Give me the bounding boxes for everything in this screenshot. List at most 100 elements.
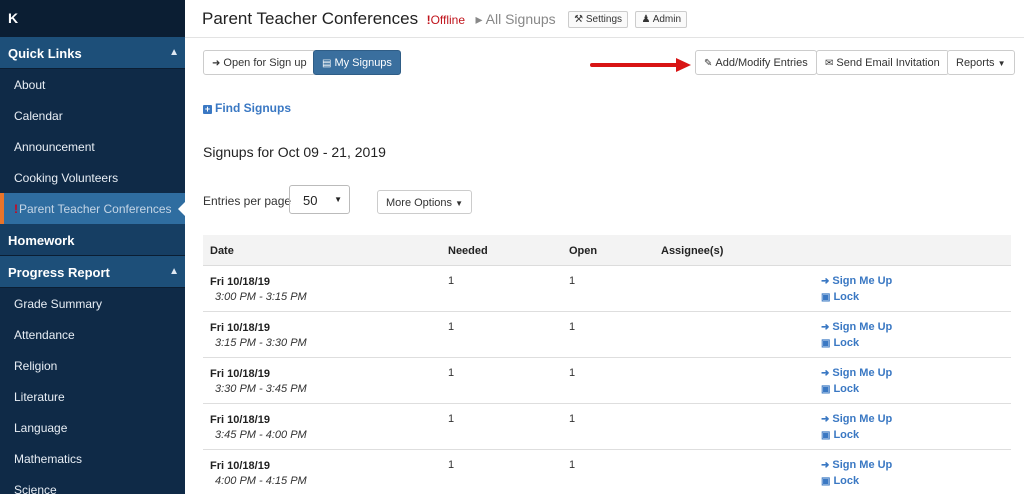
wrench-icon: ⚒: [574, 14, 584, 25]
sidebar-item-grade-summary[interactable]: Grade Summary: [0, 288, 185, 319]
lock-link[interactable]: ▣ Lock: [821, 291, 859, 303]
list-icon: ▤: [322, 58, 332, 69]
section-label: Quick Links: [8, 46, 82, 61]
chevron-up-icon: ▲: [169, 266, 179, 277]
add-modify-entries-button[interactable]: ✎ Add/Modify Entries: [695, 50, 817, 75]
sidebar-section-progress-report[interactable]: Progress Report ▲: [0, 256, 185, 288]
sign-in-icon: ➜: [212, 58, 221, 69]
signups-heading: Signups for Oct 09 - 21, 2019: [203, 144, 386, 160]
sidebar-item-parent-teacher-conferences[interactable]: !Parent Teacher Conferences: [0, 193, 185, 224]
link-label: Lock: [833, 337, 860, 349]
sign-me-up-link[interactable]: ➜ Sign Me Up: [821, 275, 892, 287]
caret-down-icon: ▼: [455, 199, 464, 208]
caret-down-icon: ▼: [334, 195, 342, 204]
breadcrumb-label: All Signups: [485, 11, 556, 27]
admin-label: Admin: [652, 14, 682, 25]
row-time: 3:15 PM - 3:30 PM: [215, 337, 307, 349]
sidebar-item-calendar[interactable]: Calendar: [0, 100, 185, 131]
lock-icon: ▣: [821, 384, 831, 395]
column-header-date[interactable]: Date: [210, 245, 234, 257]
sidebar-section-quick-links[interactable]: Quick Links ▲: [0, 37, 185, 69]
link-label: Sign Me Up: [832, 367, 893, 379]
sidebar: K Quick Links ▲ About Calendar Announcem…: [0, 0, 185, 494]
app-logo[interactable]: K: [0, 0, 185, 37]
sign-me-up-link[interactable]: ➜ Sign Me Up: [821, 413, 892, 425]
lock-icon: ▣: [821, 292, 831, 303]
sidebar-item-literature[interactable]: Literature: [0, 381, 185, 412]
chevron-up-icon: ▲: [169, 47, 179, 58]
settings-button[interactable]: ⚒ Settings: [568, 11, 629, 28]
sidebar-item-attendance[interactable]: Attendance: [0, 319, 185, 350]
sidebar-item-language[interactable]: Language: [0, 412, 185, 443]
row-open: 1: [569, 459, 576, 471]
column-header-assignees[interactable]: Assignee(s): [661, 245, 723, 257]
open-for-signup-button[interactable]: ➜ Open for Sign up: [203, 50, 316, 75]
link-label: Sign Me Up: [832, 413, 893, 425]
row-open: 1: [569, 413, 576, 425]
lock-link[interactable]: ▣ Lock: [821, 383, 859, 395]
table-header: Date Needed Open Assignee(s): [203, 235, 1011, 266]
my-signups-button[interactable]: ▤ My Signups: [313, 50, 401, 75]
alert-icon: !: [14, 202, 18, 216]
reports-dropdown[interactable]: Reports ▼: [947, 50, 1015, 75]
pencil-icon: ✎: [704, 58, 713, 69]
app: K Quick Links ▲ About Calendar Announcem…: [0, 0, 1024, 494]
caret-down-icon: ▼: [997, 59, 1006, 68]
sidebar-item-science[interactable]: Science: [0, 474, 185, 494]
lock-link[interactable]: ▣ Lock: [821, 429, 859, 441]
entries-per-page-select[interactable]: 50 ▼: [289, 185, 350, 214]
button-label: More Options: [386, 197, 453, 209]
row-date: Fri 10/18/19: [210, 276, 270, 288]
plus-square-icon: +: [203, 104, 212, 114]
offline-status: !Offline: [427, 13, 465, 27]
link-label: Lock: [833, 383, 860, 395]
find-signups-link[interactable]: + Find Signups: [203, 101, 291, 115]
column-header-open[interactable]: Open: [569, 245, 597, 257]
row-open: 1: [569, 321, 576, 333]
lock-link[interactable]: ▣ Lock: [821, 337, 859, 349]
table-row: Fri 10/18/19 3:30 PM - 3:45 PM 1 1 ➜ Sign…: [203, 358, 1011, 404]
sign-in-icon: ➜: [821, 276, 830, 287]
sign-in-icon: ➜: [821, 460, 830, 471]
page-header: Parent Teacher Conferences !Offline ▸ Al…: [185, 0, 1024, 38]
envelope-icon: ✉: [825, 58, 834, 69]
row-needed: 1: [448, 275, 455, 287]
offline-label: Offline: [430, 13, 466, 27]
table-row: Fri 10/18/19 4:00 PM - 4:15 PM 1 1 ➜ Sign…: [203, 450, 1011, 494]
row-open: 1: [569, 275, 576, 287]
page-title: Parent Teacher Conferences: [202, 9, 419, 28]
more-options-dropdown[interactable]: More Options ▼: [377, 190, 473, 214]
row-needed: 1: [448, 459, 455, 471]
breadcrumb[interactable]: ▸ All Signups: [475, 11, 555, 27]
selected-value: 50: [303, 193, 318, 208]
lock-icon: ▣: [821, 338, 831, 349]
send-email-invitation-button[interactable]: ✉ Send Email Invitation: [816, 50, 949, 75]
sidebar-item-cooking-volunteers[interactable]: Cooking Volunteers: [0, 162, 185, 193]
link-label: Sign Me Up: [832, 275, 893, 287]
row-needed: 1: [448, 413, 455, 425]
sign-me-up-link[interactable]: ➜ Sign Me Up: [821, 459, 892, 471]
sidebar-item-mathematics[interactable]: Mathematics: [0, 443, 185, 474]
lock-link[interactable]: ▣ Lock: [821, 475, 859, 487]
settings-label: Settings: [585, 14, 623, 25]
sidebar-section-homework[interactable]: Homework: [0, 224, 185, 256]
lock-icon: ▣: [821, 476, 831, 487]
admin-button[interactable]: ♟ Admin: [635, 11, 688, 28]
entries-per-page-label: Entries per page: [203, 194, 292, 208]
row-open: 1: [569, 367, 576, 379]
row-time: 3:45 PM - 4:00 PM: [215, 429, 307, 441]
table-row: Fri 10/18/19 3:00 PM - 3:15 PM 1 1 ➜ Sign…: [203, 266, 1011, 312]
sign-in-icon: ➜: [821, 414, 830, 425]
sidebar-item-announcement[interactable]: Announcement: [0, 131, 185, 162]
button-label: Reports: [956, 57, 995, 69]
sign-me-up-link[interactable]: ➜ Sign Me Up: [821, 321, 892, 333]
sidebar-item-religion[interactable]: Religion: [0, 350, 185, 381]
sidebar-item-about[interactable]: About: [0, 69, 185, 100]
button-label: My Signups: [334, 57, 392, 69]
column-header-needed[interactable]: Needed: [448, 245, 488, 257]
find-signups-label: Find Signups: [215, 101, 291, 115]
sign-me-up-link[interactable]: ➜ Sign Me Up: [821, 367, 892, 379]
section-label: Homework: [8, 233, 75, 248]
signups-table: Date Needed Open Assignee(s) Fri 10/18/1…: [203, 235, 1011, 494]
row-time: 3:30 PM - 3:45 PM: [215, 383, 307, 395]
